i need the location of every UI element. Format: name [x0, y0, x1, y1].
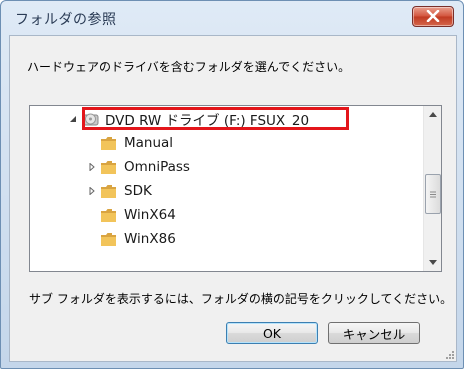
- tree-item-omnipass[interactable]: OmniPass: [84, 156, 190, 178]
- hint-text: サブ フォルダを表示するには、フォルダの横の記号をクリックしてください。: [29, 292, 453, 306]
- folder-icon: [101, 160, 116, 174]
- expand-arrow-icon[interactable]: [84, 163, 100, 171]
- tree-item-winx64[interactable]: WinX64: [100, 204, 176, 226]
- tree-item-label: OmniPass: [124, 159, 190, 175]
- folder-icon: [101, 184, 116, 198]
- resize-grip-icon[interactable]: [444, 349, 454, 359]
- arrow-up-icon: [428, 112, 437, 117]
- tree-item-winx86[interactable]: WinX86: [100, 228, 176, 250]
- ok-button[interactable]: OK: [226, 322, 318, 344]
- vertical-scrollbar[interactable]: [423, 106, 441, 271]
- scroll-down-button[interactable]: [424, 254, 441, 271]
- cancel-button[interactable]: キャンセル: [328, 322, 420, 344]
- tree-item-sdk[interactable]: SDK: [84, 180, 152, 202]
- tree-item-label: SDK: [124, 183, 152, 199]
- browse-folder-dialog: フォルダの参照 ハードウェアのドライバを含むフォルダを選んでください。 DVD: [0, 0, 464, 369]
- close-icon: [426, 10, 440, 22]
- title-bar[interactable]: フォルダの参照: [1, 1, 463, 35]
- tree-item-label: WinX64: [124, 207, 176, 223]
- tree-item-manual[interactable]: Manual: [100, 132, 173, 154]
- folder-icon: [101, 136, 116, 150]
- grip-lines-icon: [430, 191, 436, 197]
- instruction-text: ハードウェアのドライバを含むフォルダを選んでください。: [27, 60, 351, 74]
- close-button[interactable]: [412, 6, 454, 27]
- scroll-thumb[interactable]: [425, 174, 441, 214]
- window-title: フォルダの参照: [15, 12, 117, 28]
- highlight-box: [82, 107, 349, 130]
- dialog-content: ハードウェアのドライバを含むフォルダを選んでください。 DVD RW ドライブ …: [9, 35, 457, 362]
- folder-icon: [101, 232, 116, 246]
- arrow-down-icon: [428, 260, 437, 265]
- folder-tree[interactable]: DVD RW ドライブ (F:) FSUX_20 Manual OmniPass…: [29, 105, 442, 272]
- expand-arrow-icon[interactable]: [84, 187, 100, 195]
- tree-item-label: WinX86: [124, 231, 176, 247]
- tree-item-label: Manual: [124, 135, 174, 151]
- collapse-arrow-icon[interactable]: [68, 114, 78, 124]
- folder-icon: [101, 208, 116, 222]
- scroll-up-button[interactable]: [424, 106, 441, 123]
